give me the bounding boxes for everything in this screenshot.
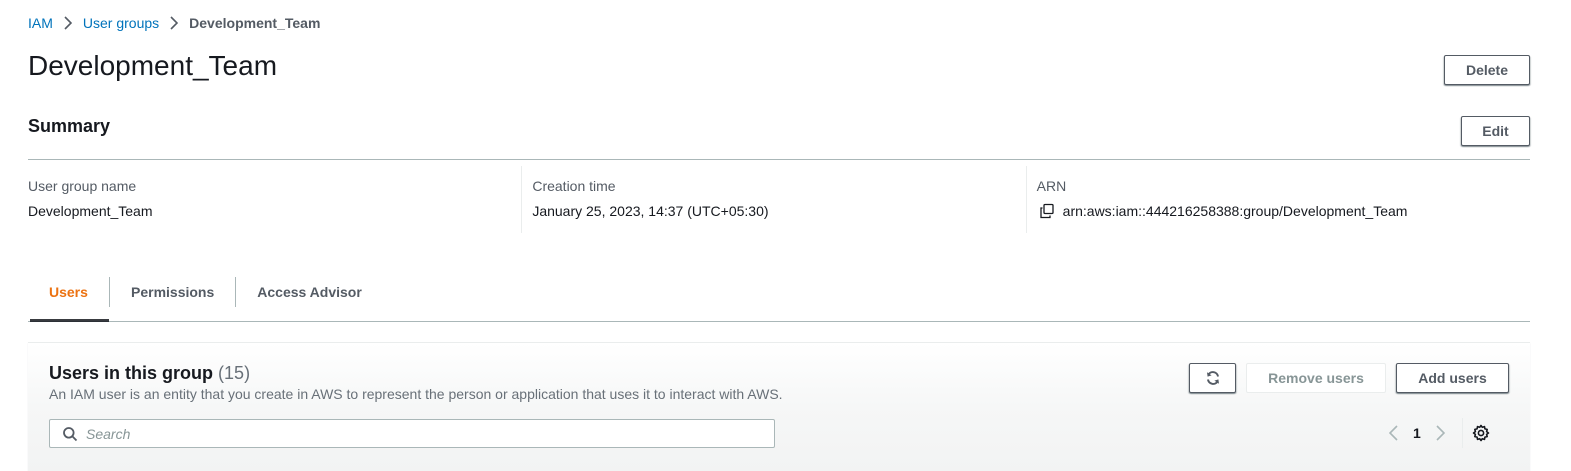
add-users-button[interactable]: Add users bbox=[1396, 363, 1509, 393]
gear-icon[interactable] bbox=[1471, 423, 1491, 443]
summary-grid: User group name Development_Team Creatio… bbox=[28, 166, 1530, 233]
page-title: Development_Team bbox=[28, 50, 278, 81]
search-icon bbox=[62, 426, 78, 442]
field-label: User group name bbox=[28, 178, 137, 194]
remove-users-button[interactable]: Remove users bbox=[1246, 363, 1386, 393]
summary-field-arn: ARN arn:aws:iam::444216258388:group/Deve… bbox=[1025, 166, 1530, 233]
field-label: ARN bbox=[1036, 178, 1067, 194]
summary-field-creation-time: Creation time January 25, 2023, 14:37 (U… bbox=[521, 166, 1025, 233]
breadcrumb: IAM User groups Development_Team bbox=[28, 14, 320, 32]
edit-button[interactable]: Edit bbox=[1461, 116, 1530, 146]
users-count: (15) bbox=[218, 363, 251, 383]
tab-users[interactable]: Users bbox=[28, 277, 109, 322]
field-label: Creation time bbox=[532, 178, 616, 194]
summary-title: Summary bbox=[28, 116, 111, 136]
breadcrumb-link-iam[interactable]: IAM bbox=[28, 15, 53, 31]
copy-icon[interactable] bbox=[1039, 203, 1055, 219]
breadcrumb-link-user-groups[interactable]: User groups bbox=[83, 15, 159, 31]
delete-button[interactable]: Delete bbox=[1444, 55, 1530, 85]
field-value-row: arn:aws:iam::444216258388:group/Developm… bbox=[1037, 203, 1530, 219]
users-panel-title-text: Users in this group bbox=[49, 363, 214, 383]
users-panel-title: Users in this group (15) bbox=[49, 363, 250, 384]
summary-field-group-name: User group name Development_Team bbox=[28, 166, 521, 233]
field-value: January 25, 2023, 14:37 (UTC+05:30) bbox=[532, 203, 769, 219]
arn-value: arn:aws:iam::444216258388:group/Developm… bbox=[1062, 203, 1408, 219]
users-panel: Users in this group (15) An IAM user is … bbox=[28, 342, 1530, 471]
tab-access-advisor[interactable]: Access Advisor bbox=[235, 277, 383, 307]
refresh-button[interactable] bbox=[1189, 363, 1236, 393]
refresh-icon bbox=[1205, 370, 1221, 386]
chevron-right-icon bbox=[170, 16, 179, 30]
chevron-right-icon bbox=[64, 16, 72, 30]
summary-divider bbox=[28, 159, 1530, 160]
users-panel-description: An IAM user is an entity that you create… bbox=[49, 386, 783, 402]
page-number[interactable]: 1 bbox=[1413, 425, 1421, 441]
field-value: Development_Team bbox=[28, 203, 153, 219]
pagination-divider bbox=[1461, 418, 1463, 448]
search-input[interactable] bbox=[86, 425, 726, 442]
tab-permissions[interactable]: Permissions bbox=[109, 277, 235, 307]
chevron-left-icon[interactable] bbox=[1383, 423, 1403, 443]
tab-list: Users Permissions Access Advisor bbox=[28, 277, 1530, 322]
chevron-right-icon[interactable] bbox=[1431, 423, 1451, 443]
breadcrumb-current: Development_Team bbox=[189, 15, 321, 31]
search-box[interactable] bbox=[49, 419, 775, 448]
pagination: 1 bbox=[1383, 418, 1491, 448]
